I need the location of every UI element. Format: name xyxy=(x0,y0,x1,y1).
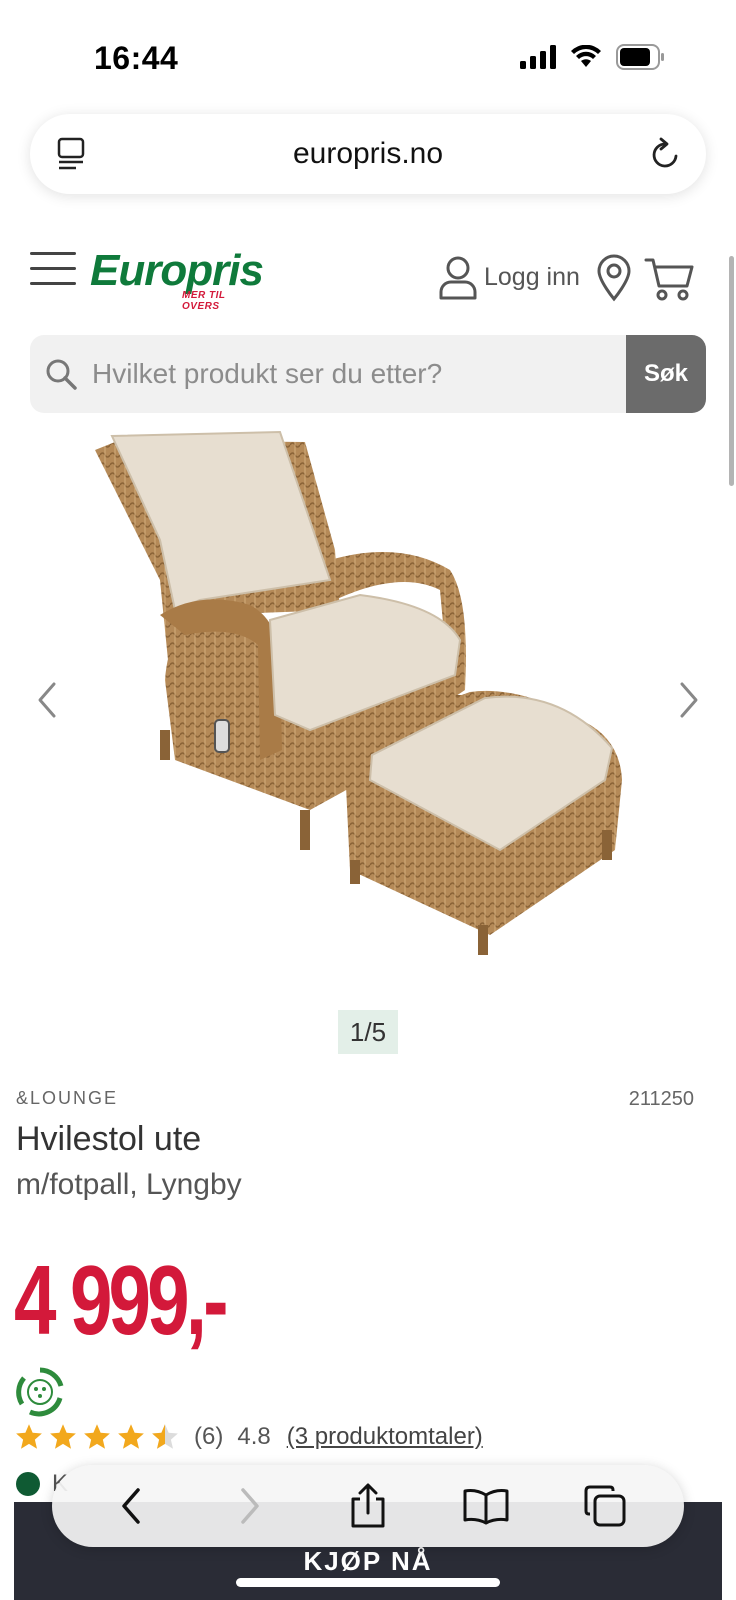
star-rating xyxy=(14,1422,180,1452)
page-settings-icon[interactable] xyxy=(56,136,88,172)
product-subtitle: m/fotpall, Lyngby xyxy=(16,1168,242,1201)
rating-count: (6) xyxy=(194,1423,224,1450)
product-price: 4 999,- xyxy=(14,1245,229,1355)
star-full-icon xyxy=(16,1424,42,1449)
search-button[interactable]: Søk xyxy=(626,335,706,413)
eco-recycle-badge-icon xyxy=(16,1367,64,1417)
logo-tagline: MER TIL OVERS xyxy=(182,290,226,312)
forward-icon xyxy=(240,1488,259,1524)
tabs-icon xyxy=(584,1485,626,1527)
login-button[interactable]: Logg inn xyxy=(438,254,580,300)
back-icon xyxy=(122,1488,140,1524)
status-bar: 16:44 xyxy=(0,0,736,110)
product-gallery[interactable]: 1/5 xyxy=(0,430,736,1054)
product-sku: 211250 xyxy=(628,1088,694,1110)
cellular-signal-icon xyxy=(520,45,556,69)
status-time: 16:44 xyxy=(94,40,179,76)
tabs-button[interactable] xyxy=(575,1476,635,1536)
product-rating[interactable]: (6) 4.8 (3 produktomtaler) xyxy=(14,1422,483,1452)
user-icon xyxy=(439,256,477,300)
site-header: Europris MER TIL OVERS Logg inn xyxy=(0,246,736,316)
search-icon xyxy=(46,359,77,390)
stock-indicator-icon xyxy=(16,1472,40,1496)
product-title: Hvilestol ute xyxy=(16,1120,202,1158)
wifi-icon xyxy=(571,45,601,67)
share-button[interactable] xyxy=(338,1476,398,1536)
product-brand[interactable]: &LOUNGE xyxy=(16,1088,118,1109)
logo-text: Europris xyxy=(90,246,264,295)
back-button[interactable] xyxy=(101,1476,161,1536)
star-full-icon xyxy=(50,1424,76,1449)
scrollbar[interactable] xyxy=(729,256,734,486)
image-pager: 1/5 xyxy=(338,1010,398,1054)
cart-icon[interactable] xyxy=(644,256,694,302)
login-label: Logg inn xyxy=(484,262,580,291)
menu-icon[interactable] xyxy=(30,252,76,286)
search-input[interactable] xyxy=(92,358,612,390)
battery-icon xyxy=(616,44,664,70)
url-bar[interactable]: europris.no xyxy=(30,114,706,194)
bookmarks-button[interactable] xyxy=(456,1476,516,1536)
star-half-icon xyxy=(152,1424,178,1449)
url-text[interactable]: europris.no xyxy=(293,137,443,171)
reviews-link[interactable]: (3 produktomtaler) xyxy=(287,1423,483,1451)
home-indicator xyxy=(236,1578,500,1587)
share-icon xyxy=(351,1483,385,1528)
store-locator-icon[interactable] xyxy=(596,254,632,302)
europris-logo[interactable]: Europris MER TIL OVERS xyxy=(90,246,264,312)
forward-button[interactable] xyxy=(220,1476,280,1536)
product-image xyxy=(95,430,622,955)
star-full-icon xyxy=(84,1424,110,1449)
browser-toolbar xyxy=(52,1465,684,1547)
reload-icon[interactable] xyxy=(648,136,682,172)
status-icons xyxy=(520,44,666,70)
search-bar: Søk xyxy=(30,335,706,413)
star-full-icon xyxy=(118,1424,144,1449)
rating-score: 4.8 xyxy=(237,1423,271,1450)
chevron-right-icon[interactable] xyxy=(670,670,710,730)
book-icon xyxy=(463,1489,509,1525)
